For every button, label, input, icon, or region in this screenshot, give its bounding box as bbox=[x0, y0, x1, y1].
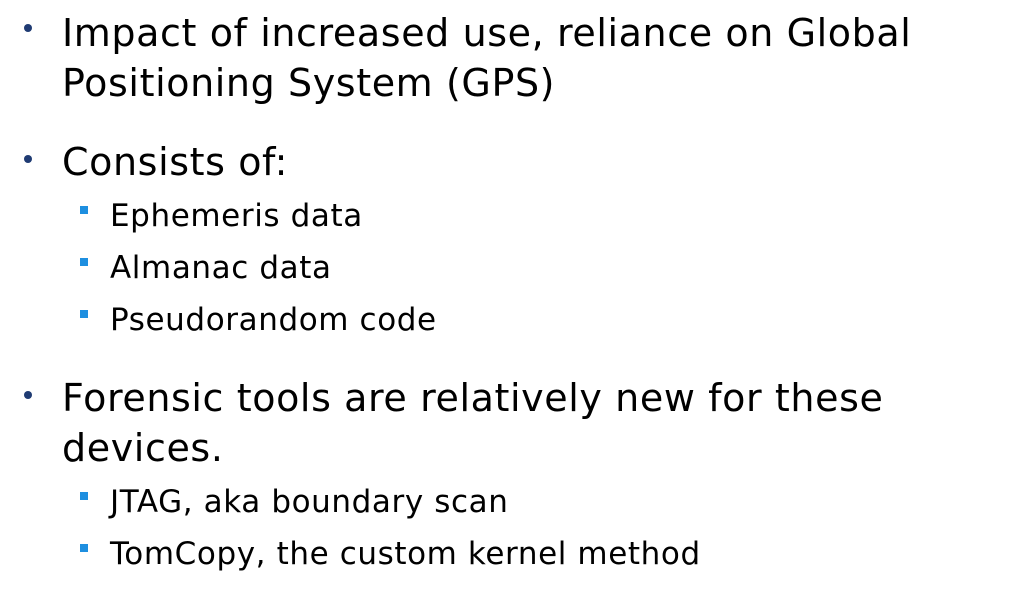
sub-bullet-text: Pseudorandom code bbox=[110, 302, 437, 338]
sub-bullet-text: Ephemeris data bbox=[110, 198, 363, 234]
sub-bullet-marker bbox=[80, 492, 88, 500]
sub-bullet-marker bbox=[80, 206, 88, 214]
bullet-text: Consists of: bbox=[62, 140, 289, 184]
sub-bullet-marker bbox=[80, 258, 88, 266]
sub-bullet-text: JTAG, aka boundary scan bbox=[110, 484, 509, 520]
sub-bullet-marker bbox=[80, 544, 88, 552]
bullet-marker bbox=[24, 24, 32, 32]
bullet-marker bbox=[24, 155, 32, 163]
bullet-text: Forensic tools are relatively new for th… bbox=[62, 376, 884, 470]
sub-bullet-text: Almanac data bbox=[110, 250, 332, 286]
sub-bullet-marker bbox=[80, 310, 88, 318]
slide-content: Impact of increased use, reliance on Glo… bbox=[0, 0, 1029, 590]
sub-bullet-text: TomCopy, the custom kernel method bbox=[110, 536, 701, 572]
bullet-marker bbox=[24, 391, 32, 399]
bullet-text: Impact of increased use, reliance on Glo… bbox=[62, 11, 912, 105]
